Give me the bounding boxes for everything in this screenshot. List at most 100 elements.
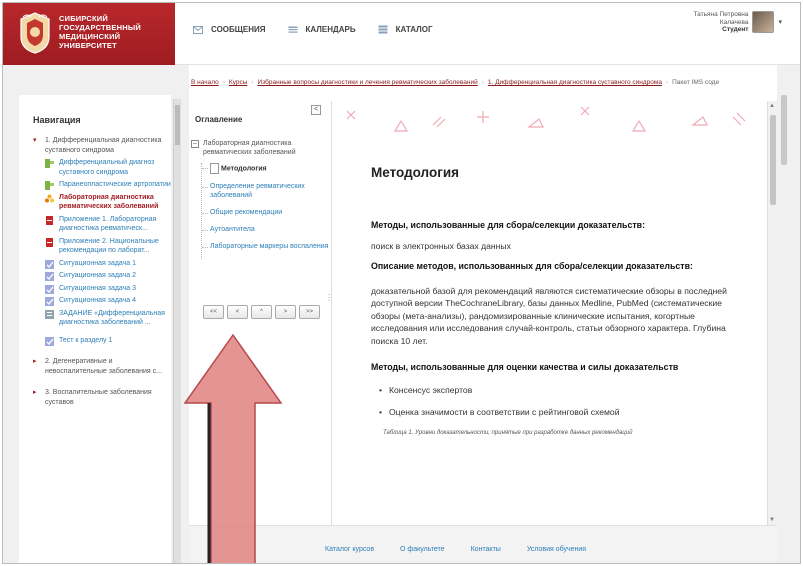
catalog-icon bbox=[378, 25, 388, 34]
topnav-calendar[interactable]: КАЛЕНДАРЬ bbox=[288, 25, 356, 34]
scrollbar-thumb[interactable] bbox=[175, 105, 180, 145]
content-paragraph: доказательной базой для рекомендаций явл… bbox=[371, 285, 727, 346]
nav-item[interactable]: Ситуационная задача 3 bbox=[33, 284, 173, 294]
avatar[interactable] bbox=[752, 11, 775, 34]
scrollbar-thumb[interactable] bbox=[770, 115, 776, 205]
nav-item-label[interactable]: Дифференциальный диагноз суставного синд… bbox=[59, 159, 154, 176]
nav-item-label[interactable]: ЗАДАНИЕ «Дифференциальная диагностика за… bbox=[59, 310, 165, 327]
toc-title: Оглавление bbox=[195, 115, 243, 124]
collapsed-arrow-icon: ▸ bbox=[33, 358, 37, 365]
chevron-down-icon[interactable]: ▾ bbox=[778, 18, 782, 26]
toc-root-label: Лабораторная диагностика ревматических з… bbox=[203, 140, 296, 156]
page-icon bbox=[45, 159, 54, 168]
nav-item[interactable]: ЗАДАНИЕ «Дифференциальная диагностика за… bbox=[33, 309, 173, 328]
breadcrumb-section[interactable]: 1. Дифференциальная диагностика суставно… bbox=[488, 79, 662, 86]
content-scrollbar[interactable]: ▲ ▼ bbox=[767, 101, 777, 525]
first-page-button[interactable]: << bbox=[203, 305, 224, 319]
navigation-title: Навигация bbox=[33, 115, 81, 125]
nav-item[interactable]: Ситуационная задача 4 bbox=[33, 296, 173, 306]
toc-item[interactable]: Определение ревматических заболеваний bbox=[202, 182, 329, 200]
brand-line: МЕДИЦИНСКИЙ bbox=[59, 32, 121, 41]
breadcrumb-separator: › bbox=[251, 79, 254, 86]
calendar-icon bbox=[288, 26, 298, 33]
nav-item[interactable]: Ситуационная задача 2 bbox=[33, 271, 173, 281]
toc-item[interactable]: Общие рекомендации bbox=[202, 208, 329, 217]
nav-section-3[interactable]: ▸ 3. Воспалительные заболевания суставов bbox=[33, 388, 173, 407]
page-icon bbox=[45, 181, 54, 190]
expanded-arrow-icon: ▾ bbox=[33, 137, 37, 144]
nav-section-label: 1. Дифференциальная диагностика суставно… bbox=[45, 137, 162, 154]
nav-item-label[interactable]: Тест к разделу 1 bbox=[59, 337, 112, 344]
toc-item-label: Методология bbox=[221, 165, 267, 173]
toc-item[interactable]: Аутоантитела bbox=[202, 225, 329, 234]
last-page-button[interactable]: >> bbox=[299, 305, 320, 319]
previous-page-button[interactable]: < bbox=[227, 305, 248, 319]
toc-collapse-button[interactable]: < bbox=[311, 105, 321, 115]
topnav-catalog[interactable]: КАТАЛОГ bbox=[378, 25, 432, 34]
navigation-scrollbar[interactable] bbox=[173, 99, 181, 563]
splitter-handle[interactable]: ⋮ bbox=[325, 293, 333, 302]
quiz-icon bbox=[45, 297, 54, 306]
brand-line: СИБИРСКИЙ bbox=[59, 14, 108, 23]
quiz-icon bbox=[45, 284, 54, 294]
nav-item[interactable]: Приложение 2. Национальные рекомендации … bbox=[33, 237, 173, 256]
content-heading: Методы, использованные для оценки качест… bbox=[371, 362, 679, 372]
nav-item-label[interactable]: Ситуационная задача 3 bbox=[59, 285, 136, 292]
toc-navigation: << < ^ > >> bbox=[203, 305, 320, 319]
user-last-name: Калачева bbox=[719, 18, 749, 26]
university-logo[interactable]: СИБИРСКИЙ ГОСУДАРСТВЕННЫЙ МЕДИЦИНСКИЙ УН… bbox=[3, 3, 175, 65]
nav-item[interactable]: Тест к разделу 1 bbox=[33, 336, 173, 346]
toc-root[interactable]: – Лабораторная диагностика ревматических… bbox=[191, 139, 326, 157]
scroll-down-icon[interactable]: ▼ bbox=[769, 517, 775, 523]
list-item: Оценка значимости в соответствии с рейти… bbox=[379, 406, 751, 419]
nav-item[interactable]: Дифференциальный диагноз суставного синд… bbox=[33, 158, 173, 177]
content-body: Методы, использованные для сбора/селекци… bbox=[371, 219, 751, 439]
nav-item-label[interactable]: Паранеопластические артропатии bbox=[59, 181, 171, 188]
top-navigation: СООБЩЕНИЯ КАЛЕНДАРЬ КАТАЛОГ bbox=[193, 25, 432, 34]
user-menu[interactable]: Татьяна Петровна Калачева Студент ▾ bbox=[693, 11, 782, 34]
footer-link-contacts[interactable]: Контакты bbox=[471, 546, 501, 553]
next-page-button[interactable]: > bbox=[275, 305, 296, 319]
collapsed-arrow-icon: ▸ bbox=[33, 389, 37, 396]
nav-section-2[interactable]: ▸ 2. Дегенеративные и невоспалительные з… bbox=[33, 357, 173, 376]
scroll-up-icon[interactable]: ▲ bbox=[769, 103, 775, 109]
content-heading: Методы, использованные для сбора/селекци… bbox=[371, 220, 645, 230]
breadcrumb-home[interactable]: В начало bbox=[191, 79, 219, 86]
topnav-messages[interactable]: СООБЩЕНИЯ bbox=[193, 25, 266, 34]
footer-link-terms[interactable]: Условия обучения bbox=[527, 546, 586, 553]
nav-item[interactable]: Приложение 1. Лабораторная диагностика р… bbox=[33, 215, 173, 234]
breadcrumb-separator: › bbox=[665, 79, 669, 86]
quiz-icon bbox=[45, 272, 54, 281]
user-first-name: Татьяна Петровна bbox=[693, 11, 749, 18]
nav-item-label[interactable]: Ситуационная задача 1 bbox=[59, 260, 136, 267]
nav-item[interactable]: Лабораторная диагностика ревматических з… bbox=[33, 193, 173, 212]
breadcrumb: В начало › Курсы › Избранные вопросы диагнос… bbox=[191, 79, 719, 86]
file-icon bbox=[46, 215, 53, 225]
breadcrumb-course[interactable]: Избранные вопросы диагностики и лечения … bbox=[258, 79, 478, 86]
nav-item-label[interactable]: Ситуационная задача 2 bbox=[59, 272, 136, 279]
nav-item[interactable]: Ситуационная задача 1 bbox=[33, 259, 173, 269]
crest-icon bbox=[20, 12, 50, 54]
nav-item-label[interactable]: Приложение 1. Лабораторная диагностика р… bbox=[59, 216, 156, 233]
user-role: Студент bbox=[722, 26, 749, 33]
nav-item-label[interactable]: Ситуационная задача 4 bbox=[59, 297, 136, 304]
page-scrollbar-thumb[interactable] bbox=[781, 95, 787, 165]
nav-section-1[interactable]: ▾ 1. Дифференциальная диагностика сустав… bbox=[33, 136, 173, 155]
brand-line: УНИВЕРСИТЕТ bbox=[59, 41, 117, 50]
nav-item-label[interactable]: Приложение 2. Национальные рекомендации … bbox=[59, 238, 159, 255]
toc-item[interactable]: Лабораторные маркеры воспаления bbox=[202, 242, 329, 251]
nav-item[interactable]: Паранеопластические артропатии bbox=[33, 180, 173, 190]
content-frame: Методология Методы, использованные для с… bbox=[333, 101, 767, 525]
collapse-icon[interactable]: – bbox=[191, 140, 199, 148]
footer-link-about[interactable]: О факультете bbox=[400, 546, 445, 553]
up-button[interactable]: ^ bbox=[251, 305, 272, 319]
nav-item-label[interactable]: Лабораторная диагностика ревматических з… bbox=[59, 194, 158, 211]
footer-link-catalog[interactable]: Каталог курсов bbox=[325, 546, 374, 553]
toc-list: Методология Определение ревматических за… bbox=[201, 163, 329, 259]
nav-section-label: 3. Воспалительные заболевания суставов bbox=[45, 389, 152, 406]
page-title: Методология bbox=[371, 165, 460, 180]
toc-item-methodology[interactable]: Методология bbox=[202, 163, 329, 174]
decorative-lab-icons bbox=[346, 106, 746, 132]
breadcrumb-courses[interactable]: Курсы bbox=[229, 79, 248, 86]
table-caption: Таблица 1. Уровни доказательности, приня… bbox=[383, 429, 633, 436]
